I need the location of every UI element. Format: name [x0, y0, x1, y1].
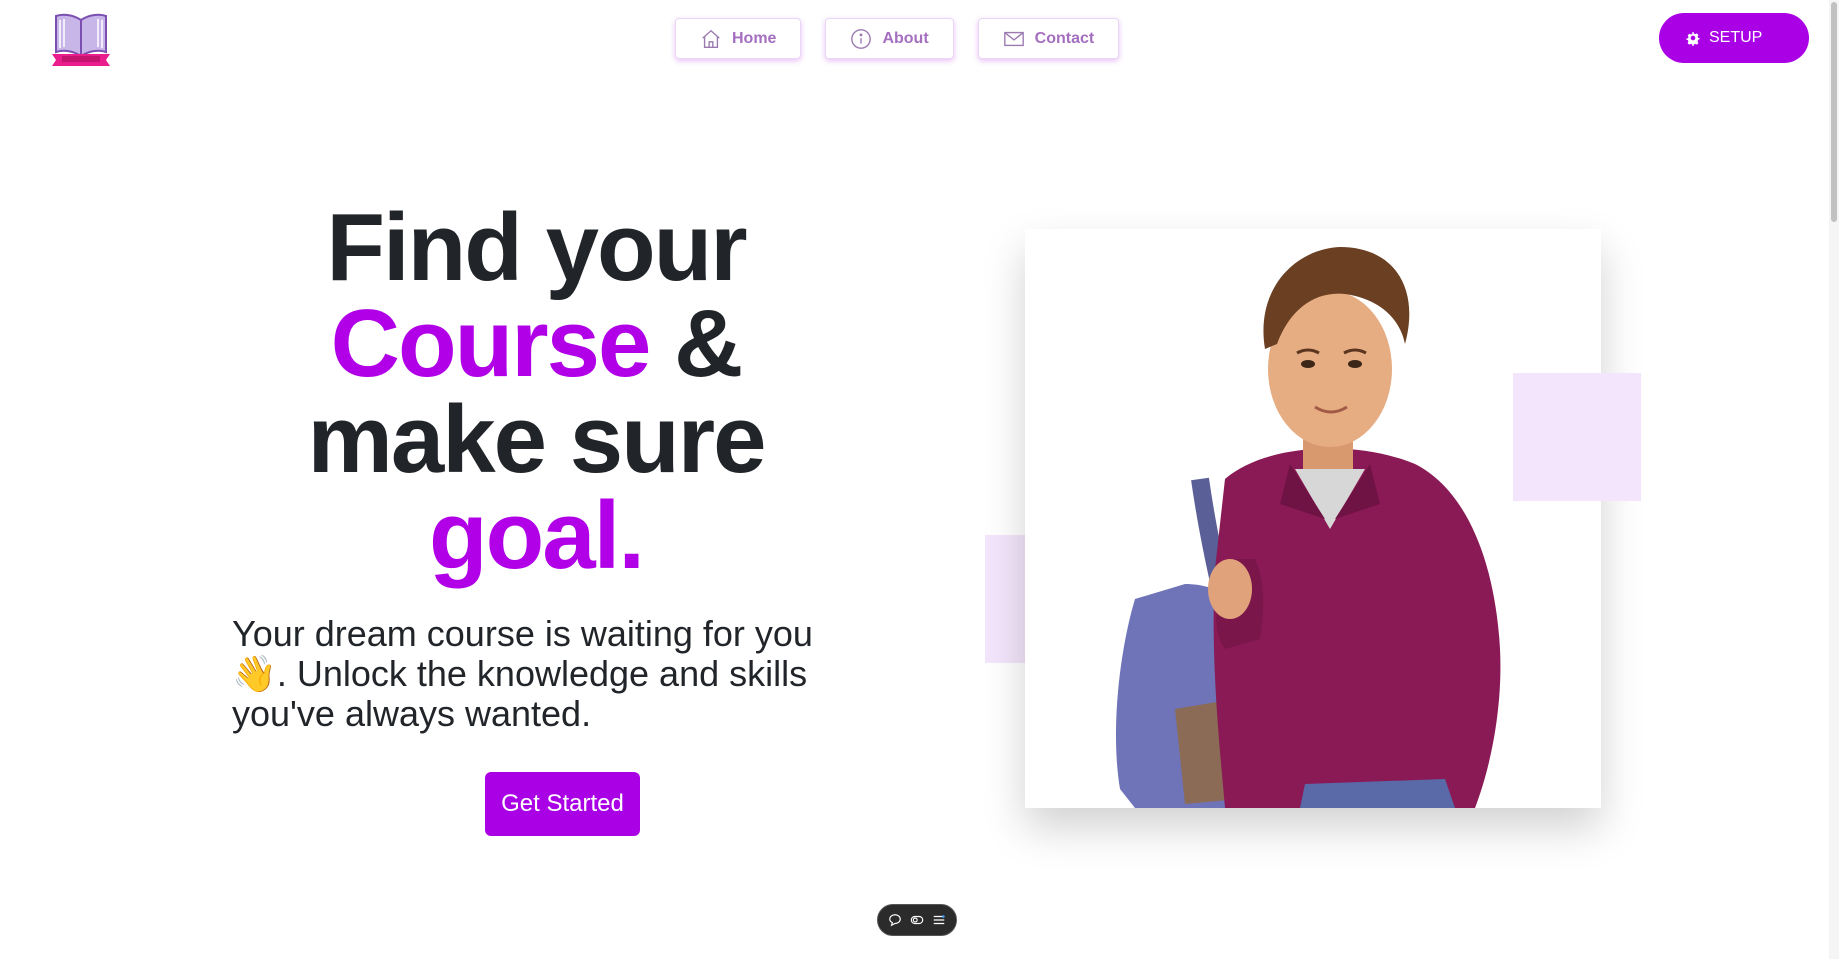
setup-label: SETUP — [1709, 29, 1763, 46]
floating-toolbar — [877, 904, 957, 936]
setup-button[interactable]: SETUP — [1659, 13, 1809, 63]
hero-description-part2: . Unlock the knowledge and skills you've… — [232, 653, 808, 734]
site-logo[interactable] — [50, 12, 112, 66]
hero-title-course: Course — [330, 290, 652, 397]
decor-square-right — [1513, 373, 1641, 501]
nav-about-label: About — [882, 29, 929, 47]
page-scrollbar[interactable] — [1829, 0, 1839, 959]
hero-description-part1: Your dream course is waiting for you — [232, 613, 813, 654]
nav-contact-label: Contact — [1034, 29, 1095, 47]
get-started-button[interactable]: Get Started — [485, 772, 640, 836]
hero-description: Your dream course is waiting for you 👋. … — [232, 614, 832, 734]
home-icon — [702, 29, 720, 48]
info-icon — [851, 28, 872, 49]
student-illustration — [1115, 247, 1501, 808]
hero-title-line1: Find your — [326, 194, 747, 301]
chat-icon[interactable] — [888, 913, 902, 927]
hero-title-goal: goal. — [428, 482, 645, 589]
main-nav: Home About Contact — [675, 18, 1120, 59]
book-logo-icon — [52, 13, 110, 66]
toggle-icon[interactable] — [910, 913, 924, 927]
mail-icon — [1003, 31, 1024, 46]
scrollbar-thumb[interactable] — [1831, 2, 1837, 222]
get-started-label: Get Started — [501, 790, 624, 817]
wave-emoji: 👋 — [232, 653, 277, 694]
nav-home-label: Home — [732, 29, 777, 47]
menu-icon[interactable] — [932, 913, 946, 927]
nav-contact-button[interactable]: Contact — [977, 18, 1120, 59]
hero-title: Find your Course & make sure goal. — [236, 200, 836, 584]
hero-title-line3: make sure — [307, 386, 767, 493]
hero-image — [1025, 229, 1601, 808]
nav-about-button[interactable]: About — [825, 18, 954, 59]
nav-home-button[interactable]: Home — [675, 18, 802, 59]
gear-icon — [1686, 32, 1700, 46]
hero-title-amp: & — [649, 290, 743, 397]
